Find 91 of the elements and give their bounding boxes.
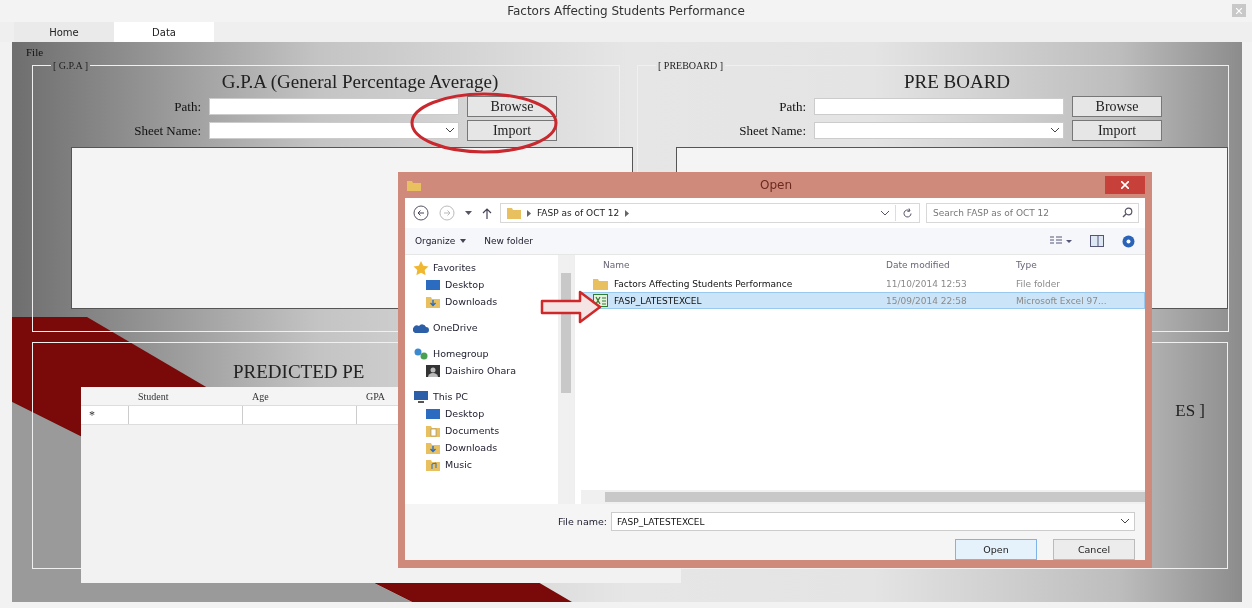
close-icon <box>1236 7 1242 14</box>
nav-item[interactable]: Downloads <box>413 293 498 310</box>
section-title: G.P.A (General Percentage Average) <box>221 71 499 92</box>
chevron-right-icon <box>527 209 531 217</box>
section-title: PREDICTED PE <box>233 361 365 383</box>
field-label: Sheet Name: <box>133 122 201 139</box>
up-arrow-icon <box>482 207 492 219</box>
scrollbar[interactable] <box>581 490 1145 504</box>
star-icon <box>413 260 429 275</box>
column-header[interactable]: Name <box>581 260 886 270</box>
nav-item[interactable]: Homegroup <box>413 345 489 362</box>
organize-button[interactable]: Organize <box>415 236 467 246</box>
download-folder-icon <box>425 440 441 455</box>
tab[interactable]: Data <box>114 22 214 42</box>
nav-item[interactable]: Downloads <box>413 439 498 456</box>
search-field[interactable]: Search FASP as of OCT 12 <box>926 203 1139 223</box>
nav-item[interactable]: Desktop <box>413 405 485 422</box>
caret-icon <box>460 239 467 243</box>
search-icon <box>1122 207 1133 218</box>
file-row[interactable]: FASP_LATESTEXCEL 15/09/2014 22:58 Microsoft Excel 97... <box>581 292 1145 309</box>
preview-pane-button[interactable] <box>1090 235 1104 247</box>
breadcrumb-item[interactable]: FASP as of OCT 12 <box>537 208 620 218</box>
list-view-icon <box>1050 236 1072 246</box>
user-icon <box>425 363 441 378</box>
chevron-down-icon <box>1121 519 1129 524</box>
window-title: Factors Affecting Students Performance <box>507 4 745 18</box>
group-label: [ PREBOARD ] <box>657 60 724 71</box>
chevron-right-icon <box>625 209 630 217</box>
column-header[interactable]: Age <box>242 387 356 405</box>
nav-item[interactable]: Music <box>413 456 473 473</box>
close-button[interactable] <box>1105 176 1145 194</box>
field-label: Path: <box>173 98 201 115</box>
nav-item[interactable]: Favorites <box>413 259 476 276</box>
up-button[interactable] <box>480 207 494 219</box>
back-button[interactable] <box>411 205 431 221</box>
folder-icon <box>507 207 521 219</box>
folder-icon <box>407 179 421 191</box>
chevron-down-icon <box>881 210 889 216</box>
help-button[interactable] <box>1122 234 1135 248</box>
path-field[interactable] <box>814 98 1064 115</box>
nav-item[interactable]: OneDrive <box>413 319 478 336</box>
sheet-dropdown[interactable] <box>209 122 459 139</box>
preview-pane-icon <box>1090 235 1104 247</box>
address-bar[interactable]: FASP as of OCT 12 <box>500 203 920 223</box>
column-header[interactable]: Student <box>128 387 242 405</box>
nav-item[interactable]: Documents <box>413 422 500 439</box>
menu-item[interactable]: File <box>26 46 44 58</box>
file-name-field[interactable]: FASP_LATESTEXCEL <box>611 512 1135 531</box>
new-folder-button[interactable]: New folder <box>484 236 533 246</box>
download-folder-icon <box>425 294 441 309</box>
chevron-down-icon <box>1051 128 1059 133</box>
monitor-icon <box>413 389 429 404</box>
chevron-down-icon <box>446 128 454 133</box>
import-button[interactable]: Import <box>1072 120 1162 141</box>
network-icon <box>413 346 429 361</box>
nav-item[interactable]: This PC <box>413 388 468 405</box>
field-label: Path: <box>778 98 806 115</box>
desktop-icon <box>425 406 441 421</box>
refresh-icon <box>902 207 913 219</box>
browse-button[interactable]: Browse <box>1072 96 1162 117</box>
section-title: PRE BOARD <box>903 71 1011 92</box>
row-marker: * <box>88 406 96 424</box>
music-folder-icon <box>425 457 441 472</box>
import-button[interactable]: Import <box>467 120 557 141</box>
help-icon <box>1122 234 1135 248</box>
documents-folder-icon <box>425 423 441 438</box>
browse-button[interactable]: Browse <box>467 96 557 117</box>
spreadsheet-icon <box>593 294 608 307</box>
view-button[interactable] <box>1050 236 1072 246</box>
file-row[interactable]: Factors Affecting Students Performance 11/10/2014 12:53 File folder <box>581 275 1145 292</box>
path-field[interactable] <box>209 98 459 115</box>
tab[interactable]: Home <box>14 22 114 42</box>
column-header[interactable]: Type <box>1016 260 1145 270</box>
close-icon <box>1121 181 1129 189</box>
column-header[interactable]: Date modified <box>886 260 1016 270</box>
scrollbar[interactable] <box>558 255 574 504</box>
caret-icon <box>465 211 472 215</box>
section-title: ES ] <box>1175 401 1205 422</box>
folder-icon <box>593 277 608 290</box>
desktop-icon <box>425 277 441 292</box>
group-label: [ G.P.A ] <box>52 60 89 71</box>
nav-item[interactable]: Desktop <box>413 276 485 293</box>
sheet-dropdown[interactable] <box>814 122 1064 139</box>
field-label: File name: <box>557 516 607 527</box>
nav-item[interactable]: Daishiro Ohara <box>413 362 516 379</box>
cancel-button[interactable]: Cancel <box>1053 539 1135 560</box>
dialog-title: Open <box>759 178 793 192</box>
history-button[interactable] <box>463 211 474 215</box>
open-button[interactable]: Open <box>955 539 1037 560</box>
field-label: Sheet Name: <box>738 122 806 139</box>
forward-button[interactable] <box>437 205 457 221</box>
